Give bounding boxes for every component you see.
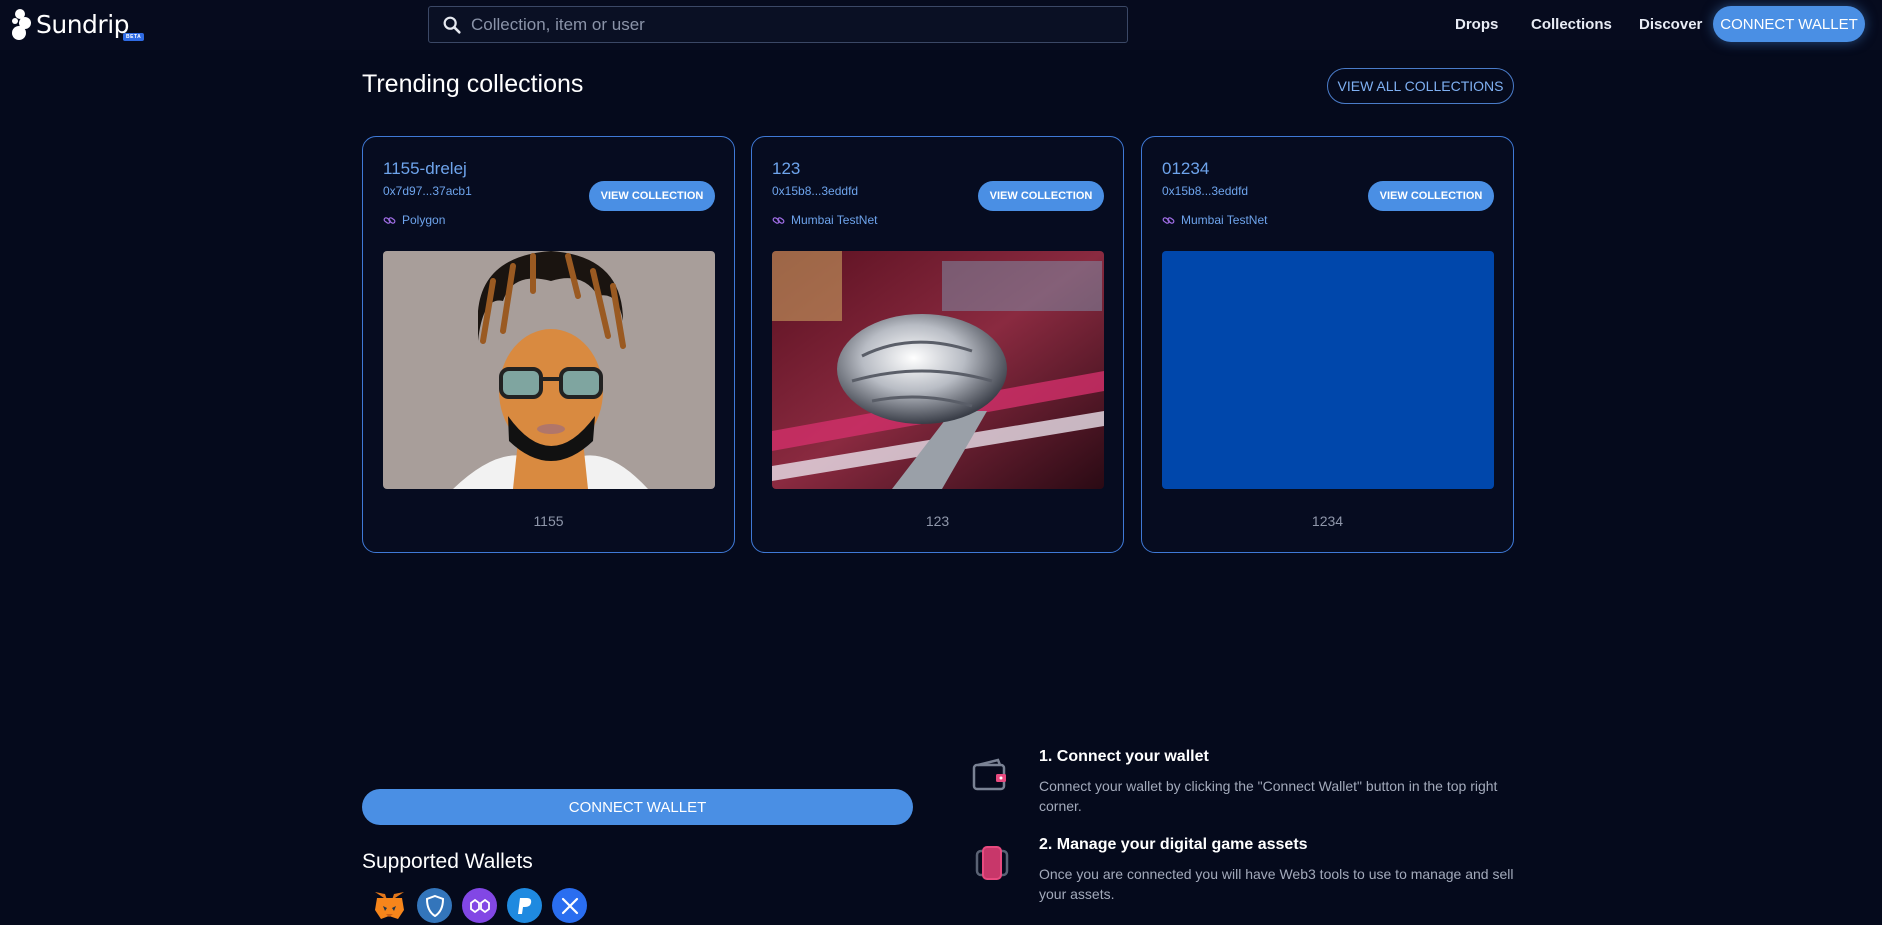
collection-card[interactable]: 01234 0x15b8...3eddfd Mumbai TestNet VIE… xyxy=(1141,136,1514,553)
search-icon xyxy=(443,16,461,34)
link-icon xyxy=(383,216,396,224)
top-navbar: Sundrip BETA Drops Collections Discover … xyxy=(0,0,1882,50)
chain-name: Mumbai TestNet xyxy=(791,213,878,227)
collection-chain: Mumbai TestNet xyxy=(1162,213,1267,227)
sundrip-logo-icon xyxy=(12,9,31,40)
phone-icon xyxy=(975,846,1009,880)
collection-card[interactable]: 123 0x15b8...3eddfd Mumbai TestNet VIEW … xyxy=(751,136,1124,553)
view-collection-button[interactable]: VIEW COLLECTION xyxy=(978,181,1104,211)
collection-chain: Polygon xyxy=(383,213,445,227)
collection-caption: 123 xyxy=(925,513,950,529)
xdefi-icon xyxy=(552,888,587,923)
collection-image[interactable] xyxy=(1162,251,1494,489)
wallet-icon xyxy=(972,758,1006,791)
search-bar[interactable] xyxy=(428,6,1128,43)
collection-caption: 1155 xyxy=(533,513,564,529)
collection-chain: Mumbai TestNet xyxy=(772,213,877,227)
link-icon xyxy=(772,216,785,224)
collection-name[interactable]: 1155-drelej xyxy=(383,159,467,179)
collection-image[interactable] xyxy=(383,251,715,489)
collection-address: 0x15b8...3eddfd xyxy=(1162,184,1249,198)
step-1-text: Connect your wallet by clicking the "Con… xyxy=(1039,778,1498,814)
nav-drops[interactable]: Drops xyxy=(1455,16,1498,33)
collection-name[interactable]: 01234 xyxy=(1162,159,1209,179)
search-input[interactable] xyxy=(471,14,1127,35)
nav-collections[interactable]: Collections xyxy=(1531,16,1612,33)
view-collection-button[interactable]: VIEW COLLECTION xyxy=(589,181,715,211)
collection-caption: 1234 xyxy=(1311,513,1344,529)
metamask-icon xyxy=(372,888,407,923)
collection-image[interactable] xyxy=(772,251,1104,489)
nav-discover[interactable]: Discover xyxy=(1639,16,1702,33)
supported-wallets-list xyxy=(372,888,587,923)
collection-address: 0x15b8...3eddfd xyxy=(772,184,859,198)
step-1-title: 1. Connect your wallet xyxy=(1039,748,1209,765)
polygon-icon xyxy=(462,888,497,923)
sundrip-logo[interactable]: Sundrip xyxy=(10,6,130,42)
step-2-text: Once you are connected you will have Web… xyxy=(1039,866,1514,902)
beta-badge: BETA xyxy=(123,33,145,41)
step-2-title: 2. Manage your digital game assets xyxy=(1039,836,1308,853)
chain-name: Polygon xyxy=(402,213,446,227)
link-icon xyxy=(1162,216,1175,224)
car-mirror-artwork xyxy=(772,251,1104,489)
connect-wallet-main-button[interactable]: CONNECT WALLET xyxy=(362,789,913,825)
paypal-icon xyxy=(507,888,542,923)
collection-name[interactable]: 123 xyxy=(772,159,800,179)
view-all-collections-button[interactable]: VIEW ALL COLLECTIONS xyxy=(1327,68,1514,104)
chain-name: Mumbai TestNet xyxy=(1181,213,1268,227)
brand-name: Sundrip xyxy=(36,9,130,39)
collection-card[interactable]: 1155-drelej 0x7d97...37acb1 Polygon VIEW… xyxy=(362,136,735,553)
supported-wallets-title: Supported Wallets xyxy=(362,850,533,873)
connect-wallet-button[interactable]: CONNECT WALLET xyxy=(1713,6,1865,42)
trust-wallet-icon xyxy=(417,888,452,923)
trending-collections-title: Trending collections xyxy=(362,70,584,98)
collection-address: 0x7d97...37acb1 xyxy=(383,184,472,198)
view-collection-button[interactable]: VIEW COLLECTION xyxy=(1368,181,1494,211)
avatar-artwork xyxy=(383,251,715,489)
